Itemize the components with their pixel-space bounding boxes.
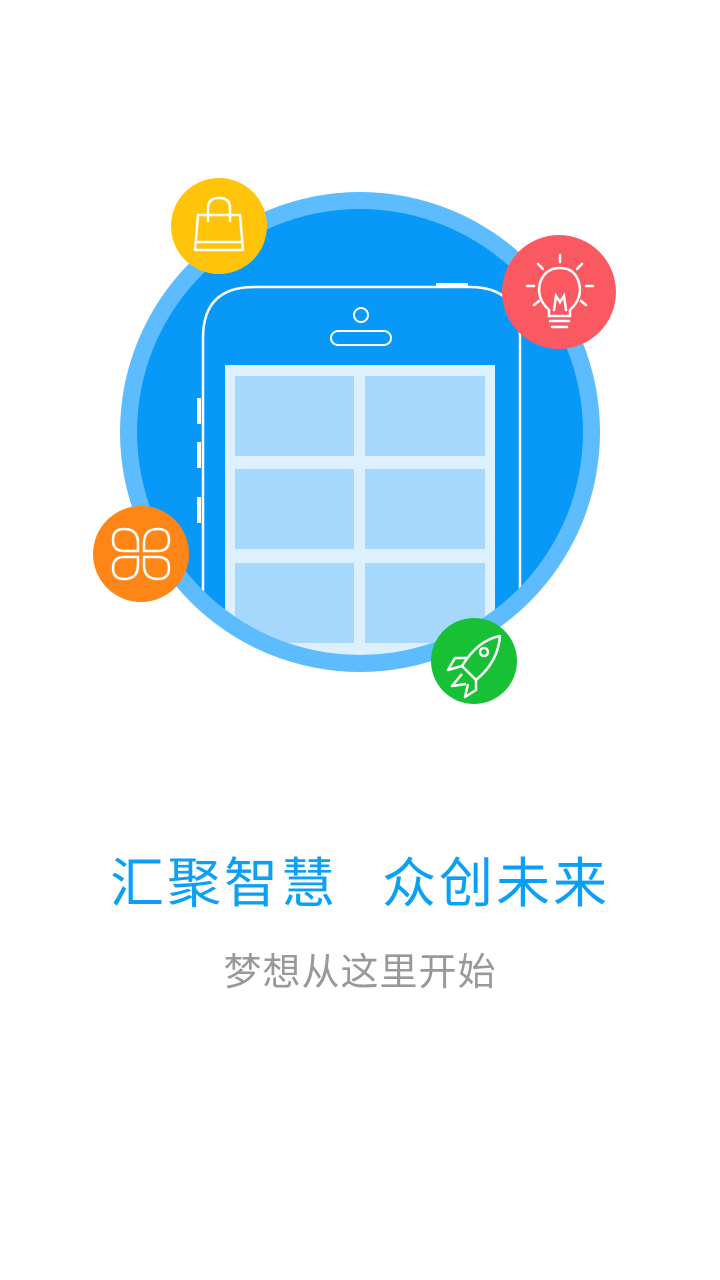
shopping-bag-badge [171,178,267,274]
grid-tile [235,376,354,456]
grid-tile [365,469,485,549]
headline-right: 众创未来 [382,852,610,915]
grid-tile [365,376,485,456]
grid-tile [235,469,354,549]
splash-screen: 汇聚智慧 众创未来 梦想从这里开始 [0,0,720,1280]
headline: 汇聚智慧 众创未来 [0,848,720,920]
clover-badge [93,506,189,602]
lightbulb-badge [502,235,616,349]
rocket-badge [431,618,517,704]
subline: 梦想从这里开始 [223,950,497,994]
hero-illustration [93,178,616,704]
headline-left: 汇聚智慧 [110,852,338,915]
